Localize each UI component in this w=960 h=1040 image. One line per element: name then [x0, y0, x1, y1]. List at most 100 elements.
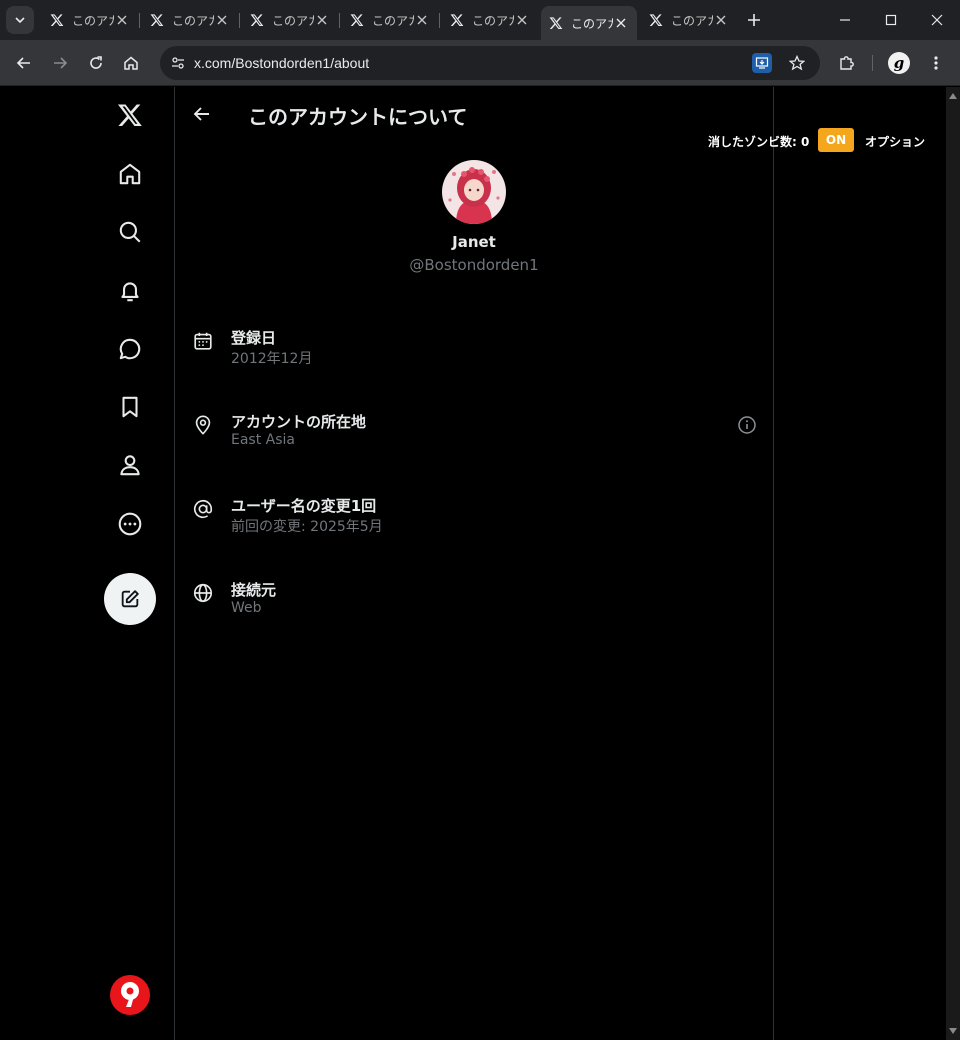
nav-notifications[interactable]: [108, 269, 152, 313]
minimize-icon: [840, 19, 850, 21]
close-icon[interactable]: [713, 12, 729, 28]
x-logo-icon: [450, 14, 464, 26]
info-circle-icon[interactable]: [736, 414, 758, 436]
profile-icon: [120, 455, 140, 476]
profile-name: Janet: [452, 233, 496, 251]
tab-separator: [439, 13, 440, 28]
zombie-counter-bar: 消したゾンビ数: 0 ON オプション: [700, 127, 940, 153]
scroll-down-arrow-icon[interactable]: [949, 1028, 957, 1034]
maximize-button[interactable]: [868, 0, 914, 40]
home-button[interactable]: [117, 49, 145, 77]
bookmark-star-icon[interactable]: [786, 52, 808, 74]
close-icon[interactable]: [214, 12, 230, 28]
message-icon: [119, 338, 141, 360]
puzzle-icon: [840, 56, 854, 70]
close-icon[interactable]: [514, 12, 530, 28]
close-icon: [931, 14, 943, 26]
close-icon[interactable]: [414, 12, 430, 28]
back-arrow-button[interactable]: [187, 99, 217, 129]
compose-post-button[interactable]: [104, 573, 156, 625]
bookmark-icon: [122, 396, 138, 418]
scroll-up-arrow-icon[interactable]: [949, 93, 957, 99]
nav-bookmarks[interactable]: [108, 385, 152, 429]
info-row-title: ユーザー名の変更1回: [231, 497, 377, 515]
tab-title: このアカウントについて: [472, 13, 514, 28]
x-logo-icon: [250, 14, 264, 26]
install-app-icon[interactable]: [752, 53, 772, 73]
nav-messages[interactable]: [108, 327, 152, 371]
nav-profile[interactable]: [108, 443, 152, 487]
search-icon: [119, 221, 141, 243]
x-logo-icon: [150, 14, 164, 26]
window-close-button[interactable]: [914, 0, 960, 40]
site-info-icon[interactable]: [166, 51, 190, 75]
kebab-menu-icon: [934, 56, 938, 70]
compose-icon: [121, 590, 139, 608]
browser-tab[interactable]: このアカウントについて: [641, 6, 737, 34]
reload-button[interactable]: [82, 49, 110, 77]
column-divider: [773, 87, 774, 1040]
x-logo-icon: [549, 17, 563, 29]
globe-icon: [191, 581, 215, 605]
extension-g-icon[interactable]: g: [888, 52, 910, 74]
extensions-button[interactable]: [833, 49, 861, 77]
close-icon[interactable]: [613, 15, 629, 31]
arrow-left-icon: [193, 107, 209, 121]
info-row-title: アカウントの所在地: [231, 413, 367, 431]
plus-icon: [748, 14, 760, 26]
tab-title: このアカウントについて: [372, 13, 414, 28]
arrow-left-icon: [16, 57, 30, 69]
tab-separator: [339, 13, 340, 28]
back-button[interactable]: [10, 49, 38, 77]
maximize-icon: [885, 14, 897, 26]
main-column: このアカウントについて Janet @Bostondorden1 登録日 201…: [175, 87, 773, 1040]
info-row-location: アカウントの所在地 East Asia: [175, 411, 773, 471]
bell-icon: [121, 282, 139, 302]
info-row-value: Web: [231, 600, 262, 616]
tab-search-button[interactable]: [6, 6, 34, 34]
browser-menu-button[interactable]: [922, 49, 950, 77]
arrow-right-icon: [54, 57, 68, 69]
nav-more[interactable]: [108, 502, 152, 546]
info-row-joined: 登録日 2012年12月: [175, 327, 773, 387]
reload-icon: [90, 56, 102, 69]
location-icon: [191, 413, 215, 437]
page-viewport: このアカウントについて Janet @Bostondorden1 登録日 201…: [0, 87, 946, 1040]
chevron-down-icon: [15, 17, 25, 24]
close-icon[interactable]: [114, 12, 130, 28]
address-bar[interactable]: x.com/Bostondorden1/about: [160, 46, 820, 80]
browser-tab-active[interactable]: このアカウントについて: [541, 6, 637, 40]
browser-tab[interactable]: このアカウントについて: [42, 6, 138, 34]
zombie-count-label: 消したゾンビ数: 0: [708, 135, 810, 149]
toolbar-separator: [872, 55, 873, 71]
new-tab-button[interactable]: [742, 8, 766, 32]
close-icon[interactable]: [314, 12, 330, 28]
browser-tab[interactable]: このアカウントについて: [342, 6, 438, 34]
page-scrollbar[interactable]: [946, 87, 960, 1040]
zombie-options-link[interactable]: オプション: [865, 133, 925, 150]
avatar[interactable]: [442, 160, 506, 224]
zombie-toggle-button[interactable]: ON: [818, 128, 854, 152]
tab-separator: [239, 13, 240, 28]
browser-tab[interactable]: このアカウントについて: [142, 6, 238, 34]
at-sign-icon: [191, 497, 215, 521]
x-logo-link[interactable]: [108, 93, 152, 137]
browser-tab[interactable]: このアカウントについて: [242, 6, 338, 34]
extension-letter: g: [893, 54, 905, 72]
info-row-value: 前回の変更: 2025年5月: [231, 519, 383, 535]
browser-tab-strip: このアカウントについて このアカウントについて このアカウントについて このアカ…: [0, 0, 960, 40]
minimize-button[interactable]: [822, 0, 868, 40]
tab-title: このアカウントについて: [72, 13, 114, 28]
app-logo-icon[interactable]: [110, 975, 150, 1015]
forward-button[interactable]: [46, 49, 74, 77]
info-row-title: 登録日: [231, 329, 277, 347]
nav-search[interactable]: [108, 210, 152, 254]
info-row-connected-via: 接続元 Web: [175, 579, 773, 639]
info-row-value: East Asia: [231, 432, 295, 448]
tab-title: このアカウントについて: [172, 13, 214, 28]
info-row-value: 2012年12月: [231, 351, 313, 367]
x-logo-icon: [649, 14, 663, 26]
address-url: x.com/Bostondorden1/about: [194, 55, 370, 71]
browser-tab[interactable]: このアカウントについて: [442, 6, 538, 34]
nav-home[interactable]: [108, 152, 152, 196]
